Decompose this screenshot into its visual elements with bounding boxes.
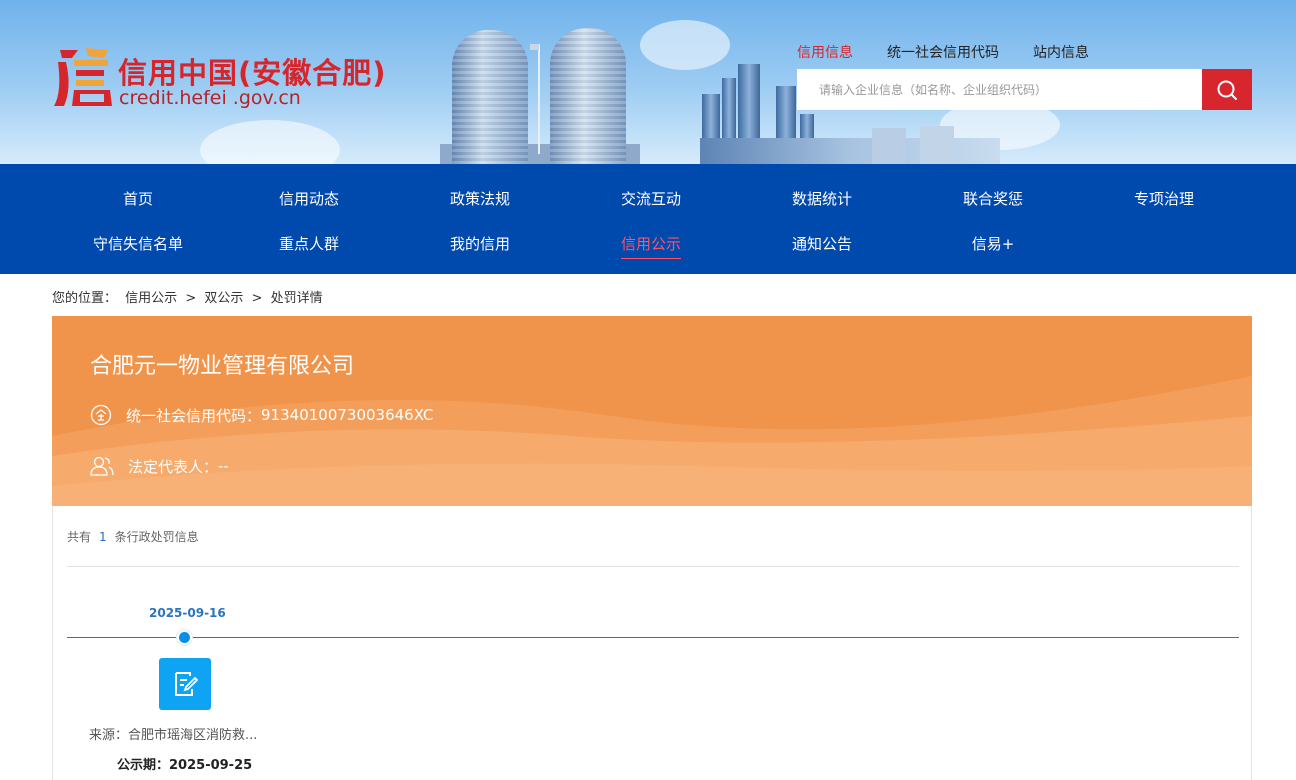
nav-item-home[interactable]: 首页 — [123, 188, 153, 209]
record-count-number: 1 — [99, 530, 107, 544]
legal-rep-value: -- — [218, 457, 229, 475]
timeline-dot — [177, 630, 192, 645]
nav-item-credit-publicity[interactable]: 信用公示 — [620, 233, 682, 259]
breadcrumb-item-credit-publicity[interactable]: 信用公示 — [125, 291, 177, 306]
divider — [67, 566, 1239, 567]
nav-item-special-governance[interactable]: 专项治理 — [1134, 188, 1194, 209]
record-period-value: 2025-09-25 — [169, 758, 253, 773]
record-card-button[interactable] — [159, 658, 211, 710]
building-tower — [452, 30, 528, 164]
penalty-records-panel: 共有 1 条行政处罚信息 2025-09-16 来源：合肥市瑶海区消防救... 公示… — [52, 506, 1252, 780]
edit-document-icon — [175, 672, 199, 696]
skyline-building — [920, 126, 954, 164]
credit-code-row: 统一社会信用代码： 9134010073003646XC — [90, 404, 433, 426]
top-links: 信用信息 统一社会信用代码 站内信息 — [797, 42, 1089, 62]
credit-china-logo-icon — [54, 48, 112, 106]
nav-item-notices[interactable]: 通知公告 — [792, 233, 852, 254]
record-source-label: 来源： — [89, 728, 129, 743]
nav-item-key-groups[interactable]: 重点人群 — [279, 233, 339, 254]
nav-item-rewards-penalties[interactable]: 联合奖惩 — [963, 188, 1023, 209]
logo-title: 信用中国(安徽合肥) — [118, 56, 387, 90]
breadcrumb-separator: > — [251, 291, 263, 306]
company-name: 合肥元一物业管理有限公司 — [90, 354, 355, 379]
nav-item-policy[interactable]: 政策法规 — [450, 188, 510, 209]
record-source-value: 合肥市瑶海区消防救... — [128, 728, 258, 743]
breadcrumb-item-double-publicity[interactable]: 双公示 — [204, 291, 243, 306]
top-link-site-info[interactable]: 站内信息 — [1033, 42, 1089, 62]
enterprise-seal-icon — [90, 404, 112, 426]
record-period: 公示期：2025-09-25 — [117, 754, 252, 773]
search-icon — [1217, 80, 1237, 100]
nav-item-credit-news[interactable]: 信用动态 — [279, 188, 339, 209]
top-link-unified-code[interactable]: 统一社会信用代码 — [887, 42, 999, 62]
main-nav: 首页 信用动态 政策法规 交流互动 数据统计 联合奖惩 专项治理 守信失信名单 … — [0, 164, 1296, 274]
company-banner: 合肥元一物业管理有限公司 统一社会信用代码： 9134010073003646X… — [52, 316, 1252, 506]
nav-item-interaction[interactable]: 交流互动 — [621, 188, 681, 209]
cloud-decoration — [640, 20, 730, 70]
legal-rep-row: 法定代表人： -- — [90, 455, 229, 477]
breadcrumb: 您的位置： 信用公示 > 双公示 > 处罚详情 — [52, 287, 327, 306]
skyline-base — [700, 138, 1000, 164]
timeline-line — [67, 637, 1239, 638]
breadcrumb-prefix: 您的位置： — [52, 291, 118, 306]
nav-item-statistics[interactable]: 数据统计 — [792, 188, 852, 209]
logo-subtitle: credit.hefei .gov.cn — [119, 87, 301, 109]
credit-code-label: 统一社会信用代码： — [126, 406, 262, 425]
users-icon — [90, 456, 114, 476]
skyline-building — [872, 128, 906, 164]
legal-rep-label: 法定代表人： — [128, 457, 219, 476]
breadcrumb-item-penalty-detail: 处罚详情 — [270, 291, 323, 306]
record-count-prefix: 共有 — [67, 530, 92, 544]
record-period-label: 公示期： — [117, 758, 170, 773]
nav-item-my-credit[interactable]: 我的信用 — [450, 233, 510, 254]
site-header: 信用中国(安徽合肥) credit.hefei .gov.cn 信用信息 统一社… — [0, 0, 1296, 164]
building-tower — [550, 28, 626, 164]
nav-item-trust-lists[interactable]: 守信失信名单 — [93, 233, 183, 254]
search-box — [797, 69, 1203, 110]
cloud-decoration — [200, 120, 340, 164]
breadcrumb-separator: > — [185, 291, 197, 306]
credit-code-value: 9134010073003646XC — [261, 406, 434, 424]
nav-item-xinyi-plus[interactable]: 信易+ — [972, 233, 1015, 254]
search-button[interactable] — [1202, 69, 1252, 110]
record-source: 来源：合肥市瑶海区消防救... — [89, 724, 257, 743]
flag — [530, 44, 539, 50]
record-count-suffix: 条行政处罚信息 — [114, 530, 199, 544]
record-count: 共有 1 条行政处罚信息 — [67, 528, 199, 545]
timeline-date: 2025-09-16 — [149, 606, 226, 620]
flag-pole — [538, 44, 540, 154]
search-input[interactable] — [797, 69, 1203, 110]
top-link-credit-info[interactable]: 信用信息 — [797, 42, 853, 62]
